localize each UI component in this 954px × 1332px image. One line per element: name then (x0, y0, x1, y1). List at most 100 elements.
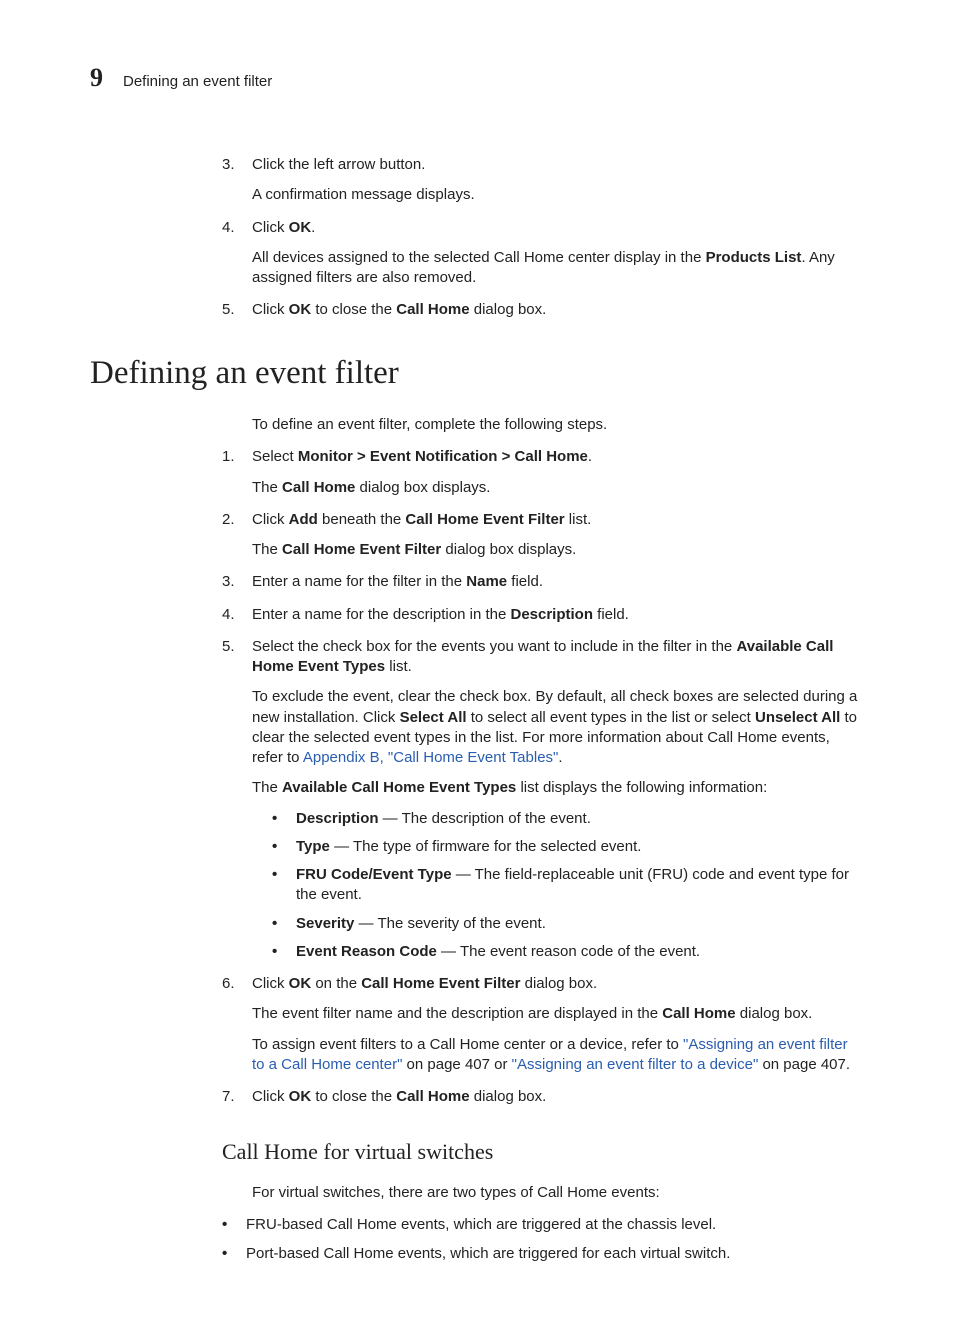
step-paragraph: The Call Home dialog box displays. (252, 478, 864, 498)
bullet-item: FRU Code/Event Type — The field-replacea… (272, 865, 864, 906)
bold-text: Call Home (396, 301, 469, 318)
bold-text: Select All (400, 709, 467, 726)
text: to close the (311, 1088, 396, 1105)
step-number: 5. (222, 300, 235, 320)
text: list. (385, 658, 412, 675)
bold-text: FRU Code/Event Type (296, 866, 452, 883)
step-number: 4. (222, 218, 235, 238)
text: on the (311, 975, 361, 992)
bold-text: Call Home Event Filter (361, 975, 520, 992)
bold-text: OK (289, 219, 312, 236)
list-item: 4. Click OK. All devices assigned to the s… (222, 218, 864, 289)
bold-text: Monitor > Event Notification > Call Home (298, 448, 588, 465)
bullet-item: Port-based Call Home events, which are t… (222, 1244, 864, 1264)
text: — The severity of the event. (354, 915, 545, 932)
text: A confirmation message displays. (252, 186, 475, 203)
step-paragraph: All devices assigned to the selected Cal… (252, 248, 864, 289)
bold-text: Call Home (662, 1005, 735, 1022)
bold-text: OK (289, 1088, 312, 1105)
text: beneath the (318, 511, 406, 528)
text: The (252, 479, 282, 496)
text: . (558, 749, 562, 766)
text: Select the check box for the events you … (252, 638, 736, 655)
link-text[interactable]: Appendix B, "Call Home Event Tables" (303, 749, 559, 766)
text: . (588, 448, 592, 465)
text: Enter a name for the description in the (252, 606, 510, 623)
text: field. (593, 606, 629, 623)
list-item: 3. Click the left arrow button. A confirma… (222, 155, 864, 206)
bullet-item: Type — The type of firmware for the sele… (272, 837, 864, 857)
step-text: Click OK. (252, 218, 864, 238)
step-text: Enter a name for the filter in the Name … (252, 572, 864, 592)
bullet-item: Severity — The severity of the event. (272, 914, 864, 934)
chapter-title: Defining an event filter (123, 72, 272, 92)
list-item: 4.Enter a name for the description in th… (222, 605, 864, 625)
list-item: 5. Click OK to close the Call Home dialog… (222, 300, 864, 320)
page-container: 9 Defining an event filter 3. Click the l… (0, 0, 954, 1332)
step-paragraph: The event filter name and the descriptio… (252, 1004, 864, 1024)
step-number: 5. (222, 637, 235, 657)
text: To assign event filters to a Call Home c… (252, 1036, 683, 1053)
subsection-bullet-list: FRU-based Call Home events, which are tr… (222, 1215, 864, 1264)
bold-text: Call Home Event Filter (282, 541, 441, 558)
bold-text: Severity (296, 915, 354, 932)
text: — The event reason code of the event. (437, 943, 700, 960)
bold-text: Unselect All (755, 709, 840, 726)
text: dialog box. (736, 1005, 813, 1022)
text: All devices assigned to the selected Cal… (252, 249, 706, 266)
text: on page 407. (758, 1056, 850, 1073)
chapter-number: 9 (90, 60, 103, 95)
step-paragraph: The Call Home Event Filter dialog box di… (252, 540, 864, 560)
step-paragraph: To exclude the event, clear the check bo… (252, 687, 864, 768)
bullet-item: Event Reason Code — The event reason cod… (272, 942, 864, 962)
bold-text: Call Home (282, 479, 355, 496)
bullet-list: Description — The description of the eve… (252, 809, 864, 963)
text: The (252, 779, 282, 796)
section-step-list: 1.Select Monitor > Event Notification > … (90, 447, 864, 1107)
bold-text: Call Home Event Filter (405, 511, 564, 528)
page-header: 9 Defining an event filter (90, 60, 864, 95)
link-text[interactable]: "Assigning an event filter to a device" (512, 1056, 759, 1073)
step-number: 6. (222, 974, 235, 994)
bold-text: Available Call Home Event Types (282, 779, 516, 796)
step-paragraph: A confirmation message displays. (252, 185, 864, 205)
text: Click (252, 301, 289, 318)
text: Click the left arrow button. (252, 156, 425, 173)
text: dialog box. (520, 975, 597, 992)
text: dialog box. (470, 1088, 547, 1105)
text: dialog box. (470, 301, 547, 318)
text: dialog box displays. (441, 541, 576, 558)
step-number: 2. (222, 510, 235, 530)
bullet-item: FRU-based Call Home events, which are tr… (222, 1215, 864, 1235)
text: Click (252, 1088, 289, 1105)
bold-text: Event Reason Code (296, 943, 437, 960)
step-number: 3. (222, 572, 235, 592)
text: list. (565, 511, 592, 528)
bold-text: Type (296, 838, 330, 855)
step-number: 3. (222, 155, 235, 175)
text: FRU-based Call Home events, which are tr… (246, 1216, 716, 1233)
text: Click (252, 975, 289, 992)
step-text: Click OK to close the Call Home dialog b… (252, 300, 864, 320)
bold-text: Name (466, 573, 507, 590)
bold-text: OK (289, 301, 312, 318)
text: to close the (311, 301, 396, 318)
bold-text: Description (510, 606, 593, 623)
top-step-list: 3. Click the left arrow button. A confirma… (90, 155, 864, 321)
step-text: Select the check box for the events you … (252, 637, 864, 678)
text: . (311, 219, 315, 236)
list-item: 2.Click Add beneath the Call Home Event … (222, 510, 864, 561)
list-item: 6. Click OK on the Call Home Event Filter… (222, 974, 864, 1075)
step-paragraph: To assign event filters to a Call Home c… (252, 1035, 864, 1076)
bold-text: Call Home (396, 1088, 469, 1105)
step-text: Click the left arrow button. (252, 155, 864, 175)
bold-text: OK (289, 975, 312, 992)
text: The (252, 541, 282, 558)
step-text: Click OK on the Call Home Event Filter d… (252, 974, 864, 994)
step-paragraph: The Available Call Home Event Types list… (252, 778, 864, 798)
list-item: 1.Select Monitor > Event Notification > … (222, 447, 864, 498)
list-item: 5. Select the check box for the events yo… (222, 637, 864, 962)
text: to select all event types in the list or… (467, 709, 755, 726)
step-number: 1. (222, 447, 235, 467)
text: — The type of firmware for the selected … (330, 838, 642, 855)
